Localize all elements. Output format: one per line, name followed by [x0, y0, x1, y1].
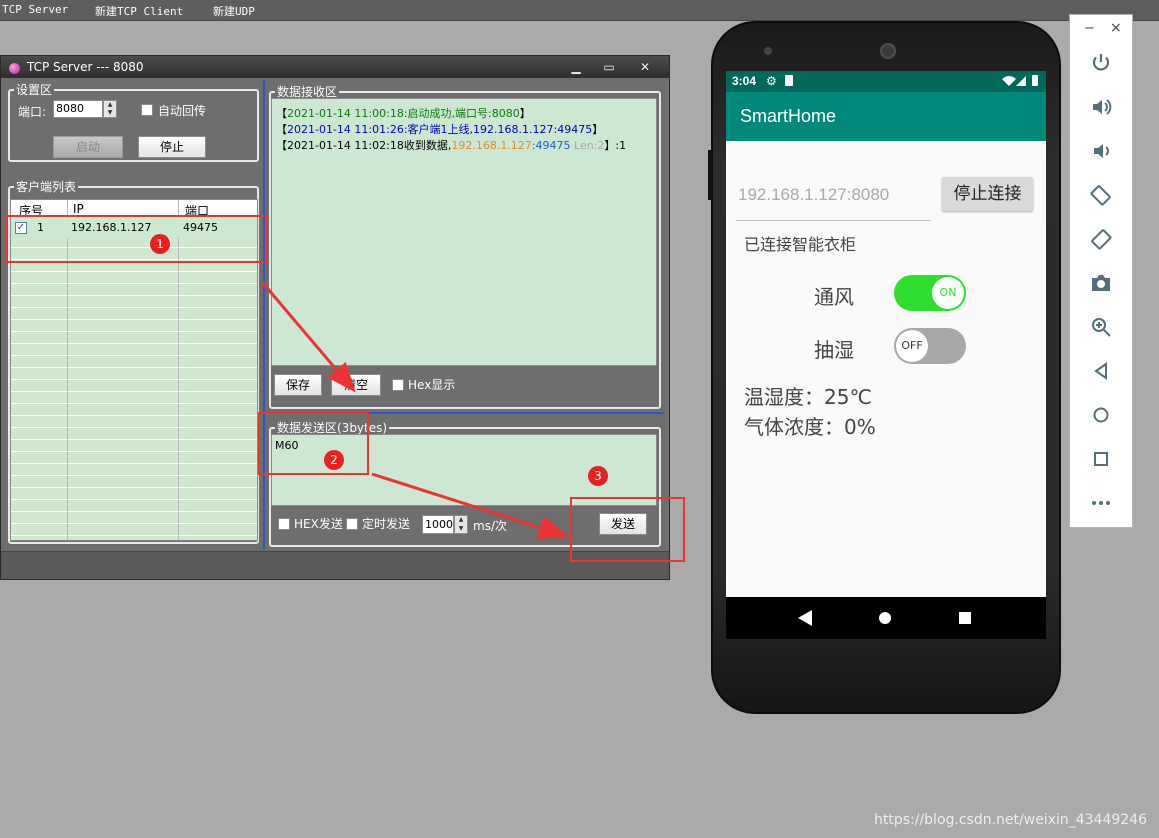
app-bar: SmartHome — [726, 92, 1046, 141]
overview-icon[interactable] — [1089, 447, 1113, 471]
panel-close-button[interactable]: × — [1110, 20, 1122, 36]
arrow-1-to-2 — [260, 281, 356, 393]
switch-state: ON — [932, 277, 964, 309]
gas-concentration-text: 气体浓度：0% — [744, 415, 876, 439]
connection-status: 已连接智能衣柜 — [744, 235, 857, 254]
volume-up-icon[interactable] — [1089, 95, 1113, 119]
nav-recents-icon[interactable] — [959, 612, 971, 624]
power-icon[interactable] — [1089, 51, 1113, 75]
earpiece-icon — [880, 43, 896, 59]
camera-icon[interactable] — [1089, 271, 1113, 295]
volume-down-icon[interactable] — [1089, 139, 1113, 163]
more-icon[interactable] — [1089, 491, 1113, 515]
dehumidify-switch[interactable]: OFF — [894, 328, 966, 364]
watermark: https://blog.csdn.net/weixin_43449246 — [873, 812, 1147, 828]
status-time: 3:04 — [732, 74, 757, 88]
side-button — [708, 150, 712, 200]
front-camera-icon — [764, 47, 772, 55]
rotate-left-icon[interactable] — [1089, 183, 1113, 207]
sd-card-icon — [785, 75, 793, 86]
input-underline — [736, 220, 931, 221]
android-nav-bar — [726, 597, 1046, 639]
panel-minimize-button[interactable]: − — [1084, 21, 1095, 36]
home-icon[interactable] — [1089, 403, 1113, 427]
rotate-right-icon[interactable] — [1089, 227, 1113, 251]
switch-state: OFF — [896, 330, 928, 362]
dehumidify-label: 抽湿 — [814, 338, 854, 362]
ventilation-label: 通风 — [814, 285, 854, 309]
temperature-humidity-text: 温湿度：25℃ — [744, 385, 872, 409]
settings-gear-icon: ⚙ — [766, 74, 777, 88]
signal-icon — [1016, 76, 1026, 86]
phone-screen: 3:04 ⚙ SmartHome 192.168.1.127:8080 停止连接… — [726, 71, 1046, 639]
nav-home-icon[interactable] — [879, 612, 891, 624]
emulator-toolbar: − × — [1069, 14, 1133, 528]
back-icon[interactable] — [1089, 359, 1113, 383]
battery-icon — [1032, 75, 1038, 86]
nav-back-icon[interactable] — [798, 610, 812, 626]
android-status-bar: 3:04 ⚙ — [726, 71, 1046, 92]
zoom-icon[interactable] — [1089, 315, 1113, 339]
wifi-icon — [1002, 76, 1016, 86]
disconnect-button[interactable]: 停止连接 — [942, 177, 1033, 211]
server-address-input[interactable]: 192.168.1.127:8080 — [738, 185, 889, 205]
app-title: SmartHome — [740, 106, 837, 126]
ventilation-switch[interactable]: ON — [894, 275, 966, 311]
arrow-2-to-3 — [371, 472, 569, 540]
